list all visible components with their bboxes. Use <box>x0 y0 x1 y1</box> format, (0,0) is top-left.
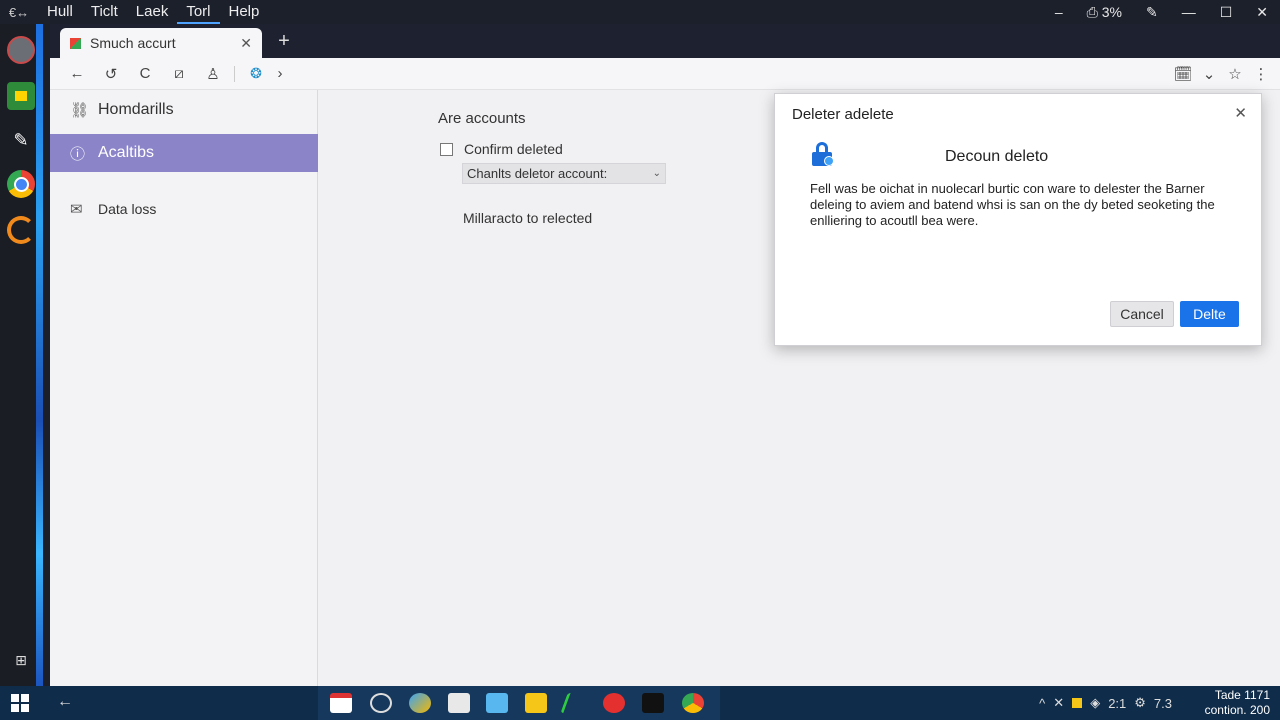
panel-icon[interactable]: ⊞ <box>7 646 35 674</box>
tray-gear-icon[interactable]: ⚙ <box>1130 695 1150 711</box>
tab-bar: Smuch accurt ✕ + <box>50 24 1280 58</box>
tab-close-icon[interactable]: ✕ <box>240 35 252 52</box>
forward-icon[interactable]: ↺ <box>94 65 128 83</box>
window-controls: – ⎙ 3% ✎ — ☐ ✕ <box>1043 0 1280 24</box>
notes-app-icon[interactable] <box>448 693 470 713</box>
sidebar-item-acaltibs[interactable]: ⓘ Acaltibs <box>50 134 318 172</box>
battery-icon: ⎙ 3% <box>1086 3 1122 20</box>
calendar-icon[interactable]: 🗓 <box>1170 65 1196 83</box>
menu-item-laek[interactable]: Laek <box>127 0 178 24</box>
section-title: Are accounts <box>438 110 526 127</box>
chrome-app-icon[interactable] <box>682 693 704 713</box>
confirm-checkbox-label: Confirm deleted <box>464 141 563 157</box>
chrome-icon[interactable] <box>7 170 35 198</box>
monitor-app-icon[interactable] <box>486 693 508 713</box>
more-menu-icon[interactable]: ⋮ <box>1248 65 1274 83</box>
lock-icon <box>812 142 834 166</box>
menu-item-ticlt[interactable]: Ticlt <box>82 0 127 24</box>
sticky-app-icon[interactable] <box>525 693 547 713</box>
account-select[interactable]: Chanlts deletor account: ⌄ <box>462 163 666 184</box>
app-icon[interactable] <box>7 216 35 244</box>
confirm-checkbox-row[interactable]: Confirm deleted <box>440 141 563 157</box>
menu-bar: €↔ Hull Ticlt Laek Torl Help – ⎙ 3% ✎ — … <box>0 0 1280 24</box>
sidebar-item-label: Data loss <box>98 201 157 217</box>
desktop-dock: ✎ ⊞ <box>0 24 43 686</box>
confirm-checkbox[interactable] <box>440 142 453 156</box>
bookmark-star-icon[interactable]: ☆ <box>1222 65 1248 83</box>
chevron-right-icon[interactable]: › <box>273 65 287 82</box>
dialog-title: Deleter adelete <box>792 106 894 123</box>
close-window-button[interactable]: ✕ <box>1244 4 1280 21</box>
link-icon: ⛓ <box>70 102 90 119</box>
tab-active[interactable]: Smuch accurt ✕ <box>60 28 262 58</box>
clock-line-1: Tade 1171 <box>1214 688 1270 702</box>
info-icon: ⓘ <box>70 145 86 163</box>
tray-number-text: 7.3 <box>1153 695 1172 711</box>
taskbar: ← ^ ✕ ◈ 2:1 ⚙ 7.3 Tade 1171 contion. 200 <box>0 686 1280 720</box>
back-forward-icon[interactable]: €↔ <box>0 5 38 20</box>
sidebar-item-label: Homdarills <box>98 101 174 118</box>
chevron-down-icon[interactable]: ⌄ <box>1196 65 1222 83</box>
new-tab-button[interactable]: + <box>272 30 296 53</box>
dock-accent <box>36 24 43 686</box>
sheets-icon[interactable] <box>7 82 35 110</box>
profile-icon[interactable] <box>7 36 35 64</box>
chevron-down-icon: ⌄ <box>652 168 661 179</box>
dialog-message: Fell was be oichat in nuolecarl burtic c… <box>810 181 1215 228</box>
back-icon[interactable]: ← <box>60 65 94 82</box>
sidebar-item-label: Acaltibs <box>98 144 155 161</box>
minimize-button[interactable]: — <box>1170 4 1208 20</box>
media-app-icon[interactable] <box>603 693 625 713</box>
menu-item-hull[interactable]: Hull <box>38 0 82 24</box>
toolbar-right: 🗓 ⌄ ☆ ⋮ <box>1170 58 1274 90</box>
pen-icon[interactable]: ✎ <box>7 126 35 154</box>
menu-item-torl[interactable]: Torl <box>177 0 220 24</box>
tray-caret-icon[interactable]: ^ <box>1035 696 1049 711</box>
tray-shield-icon[interactable]: ◈ <box>1086 695 1104 711</box>
taskbar-clock[interactable]: Tade 1171 contion. 200 <box>1205 688 1270 718</box>
terminal-app-icon[interactable] <box>642 693 664 713</box>
start-icon[interactable] <box>11 694 29 712</box>
settings-sidebar: ⛓ Homdarills ⓘ Acaltibs ✉ Data loss <box>50 90 318 686</box>
favicon-icon <box>70 37 81 49</box>
edit-icon[interactable]: ✎ <box>1134 4 1170 21</box>
sidebar-item-data-loss[interactable]: ✉ Data loss <box>50 190 318 228</box>
maximize-button[interactable]: ☐ <box>1208 4 1245 21</box>
browser-app-icon[interactable] <box>409 693 431 713</box>
tray-app-icon[interactable] <box>1072 698 1083 708</box>
screenshot-icon[interactable]: ⧄ <box>162 65 196 82</box>
status-note: Millaracto to relected <box>463 210 593 226</box>
system-tray: ^ ✕ ◈ 2:1 ⚙ 7.3 <box>1035 686 1176 720</box>
back-arrow-icon[interactable]: ← <box>57 693 73 711</box>
mail-icon: ✉ <box>70 201 83 218</box>
delete-button[interactable]: Delte <box>1180 301 1239 327</box>
profile-icon[interactable]: ♙ <box>196 65 230 83</box>
clock-line-2: contion. 200 <box>1204 703 1270 717</box>
cancel-button[interactable]: Cancel <box>1110 301 1174 327</box>
globe-app-icon[interactable] <box>370 693 392 713</box>
reload-icon[interactable]: C <box>128 65 162 82</box>
account-select-value: Chanlts deletor account: <box>467 166 608 181</box>
dialog-heading: Decoun deleto <box>945 148 1049 165</box>
tray-x-icon[interactable]: ✕ <box>1049 695 1068 711</box>
browser-toolbar: ← ↺ C ⧄ ♙ ❂ › 🗓 ⌄ ☆ ⋮ <box>50 58 1280 90</box>
minimize-tray-icon[interactable]: – <box>1043 4 1075 20</box>
sidebar-item-homdarills[interactable]: ⛓ Homdarills <box>50 91 318 129</box>
close-icon[interactable]: ✕ <box>1234 104 1247 122</box>
tray-time-text: 2:1 <box>1108 695 1127 711</box>
toolbar-divider <box>234 65 235 82</box>
site-info-icon[interactable]: ❂ <box>239 65 273 82</box>
menu-item-help[interactable]: Help <box>220 0 269 24</box>
tab-title: Smuch accurt <box>90 35 176 51</box>
delete-dialog: Deleter adelete ✕ Decoun deleto Fell was… <box>774 93 1262 346</box>
calendar-app-icon[interactable] <box>330 693 352 713</box>
